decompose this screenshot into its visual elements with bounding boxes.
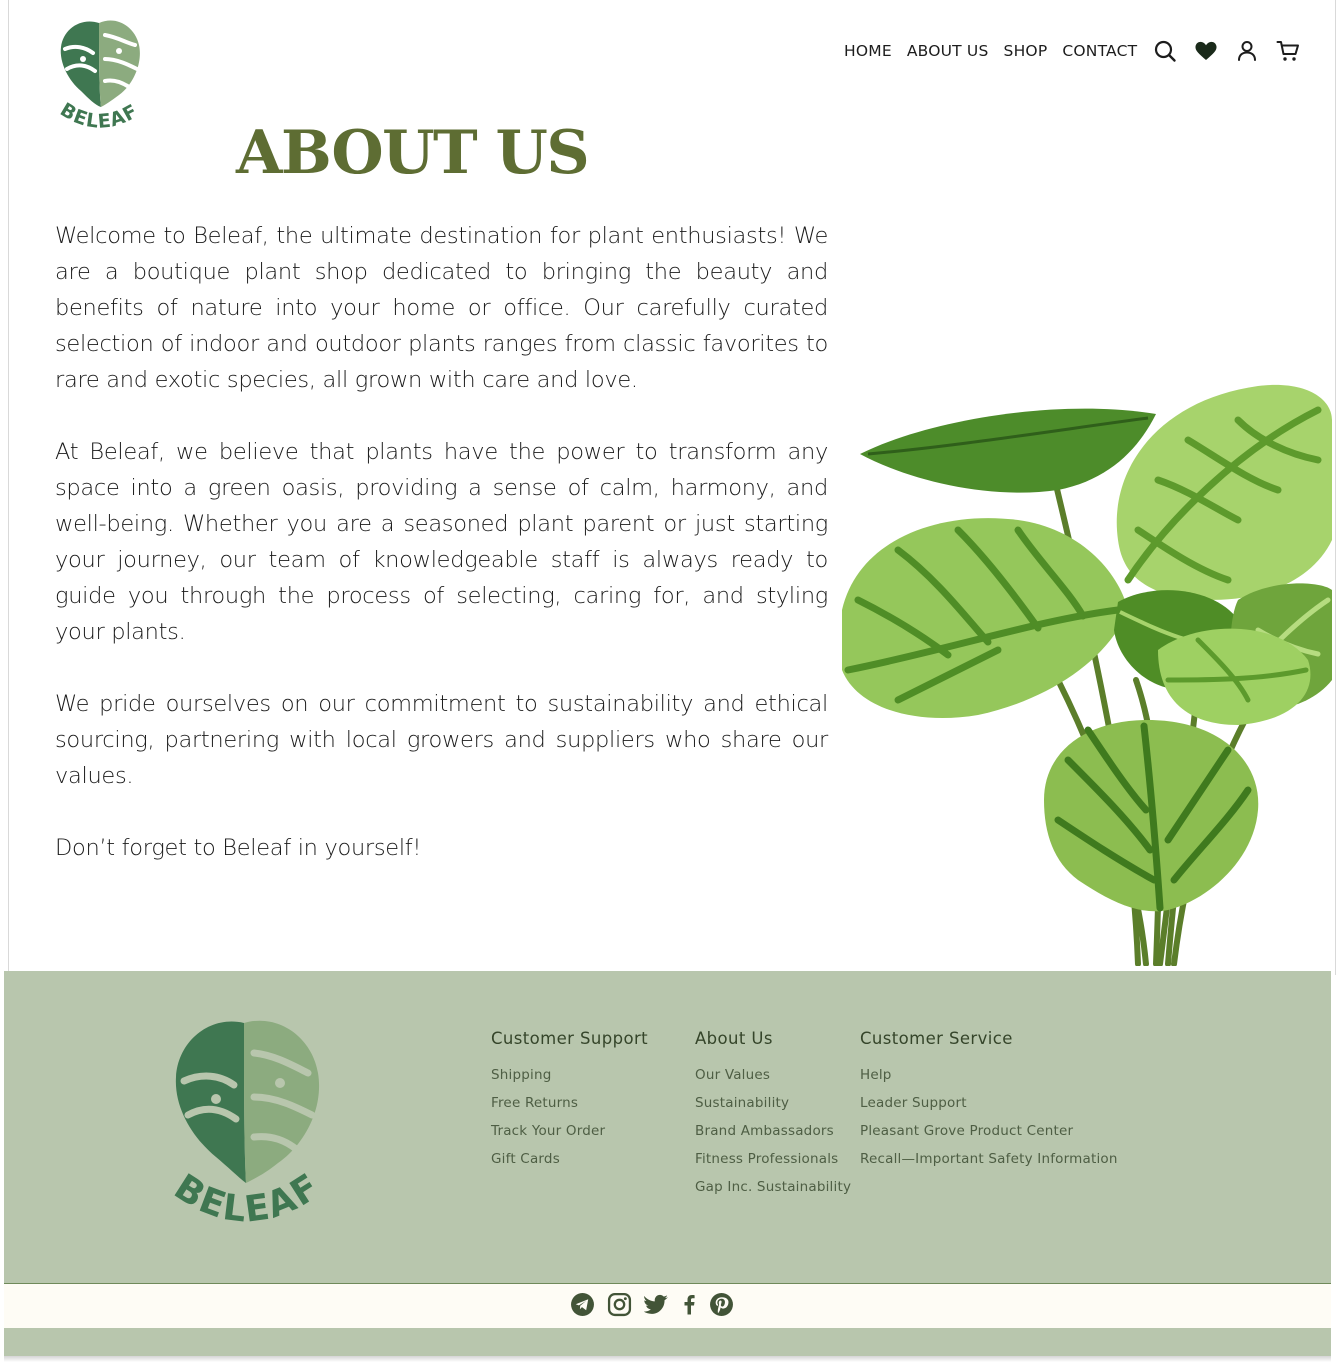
telegram-icon[interactable]	[570, 1292, 595, 1321]
monstera-logo-icon: BELEAF	[167, 1020, 326, 1231]
footer-link-shipping[interactable]: Shipping	[491, 1067, 552, 1083]
about-paragraph: We pride ourselves on our commitment to …	[55, 691, 828, 789]
footer-bottom-strip	[4, 1328, 1331, 1356]
social-bar	[4, 1284, 1331, 1328]
about-paragraph: Welcome to Beleaf, the ultimate destinat…	[55, 223, 828, 393]
page-border-left	[8, 0, 9, 975]
about-paragraph: At Beleaf, we believe that plants have t…	[55, 439, 828, 645]
footer-link-help[interactable]: Help	[860, 1067, 892, 1083]
footer-link-gap-sustainability[interactable]: Gap Inc. Sustainability	[695, 1179, 851, 1195]
nav-contact[interactable]: CONTACT	[1062, 42, 1137, 60]
about-tagline: Don’t forget to Beleaf in yourself!	[55, 835, 422, 861]
heart-icon[interactable]	[1194, 39, 1218, 63]
footer-column-customer-service: Customer Service Help Leader Support Ple…	[860, 1029, 1118, 1178]
footer-link-sustainability[interactable]: Sustainability	[695, 1095, 789, 1111]
main-nav: HOME ABOUT US SHOP CONTACT	[844, 36, 1300, 66]
footer-link-our-values[interactable]: Our Values	[695, 1067, 770, 1083]
monstera-logo-icon: BELEAF	[56, 20, 141, 133]
social-links	[570, 1292, 746, 1321]
footer-link-product-center[interactable]: Pleasant Grove Product Center	[860, 1123, 1073, 1139]
page-title: ABOUT US	[236, 118, 590, 188]
site-footer: BELEAF Customer Support Shipping Free Re…	[4, 971, 1331, 1284]
footer-link-brand-ambassadors[interactable]: Brand Ambassadors	[695, 1123, 834, 1139]
search-icon[interactable]	[1153, 39, 1177, 63]
footer-link-track-order[interactable]: Track Your Order	[491, 1123, 605, 1139]
footer-link-fitness-professionals[interactable]: Fitness Professionals	[695, 1151, 838, 1167]
footer-column-heading: About Us	[695, 1029, 773, 1048]
nav-about-us[interactable]: ABOUT US	[907, 42, 989, 60]
footer-column-heading: Customer Support	[491, 1029, 649, 1048]
nav-shop[interactable]: SHOP	[1004, 42, 1048, 60]
about-content: Welcome to Beleaf, the ultimate destinat…	[55, 218, 828, 902]
user-icon[interactable]	[1235, 39, 1259, 63]
cart-icon[interactable]	[1276, 39, 1300, 63]
pinterest-icon[interactable]	[709, 1292, 734, 1321]
page: BELEAF HOME ABOUT US SHOP CONTACT ABOUT …	[0, 0, 1340, 1362]
footer-link-recall-info[interactable]: Recall—Important Safety Information	[860, 1151, 1118, 1167]
footer-column-customer-support: Customer Support Shipping Free Returns T…	[491, 1029, 648, 1178]
twitter-icon[interactable]	[643, 1292, 669, 1321]
header-logo[interactable]: BELEAF	[55, 15, 145, 137]
nav-home[interactable]: HOME	[844, 42, 892, 60]
footer-column-heading: Customer Service	[860, 1029, 1013, 1048]
footer-link-gift-cards[interactable]: Gift Cards	[491, 1151, 560, 1167]
footer-link-leader-support[interactable]: Leader Support	[860, 1095, 967, 1111]
footer-link-free-returns[interactable]: Free Returns	[491, 1095, 578, 1111]
facebook-icon[interactable]	[681, 1292, 697, 1321]
calathea-plant-image	[838, 380, 1334, 967]
footer-bottom-shadow	[4, 1356, 1331, 1362]
page-border-right	[1335, 0, 1336, 975]
instagram-icon[interactable]	[607, 1292, 632, 1321]
footer-logo[interactable]: BELEAF	[166, 1017, 326, 1239]
footer-column-about-us: About Us Our Values Sustainability Brand…	[695, 1029, 851, 1206]
